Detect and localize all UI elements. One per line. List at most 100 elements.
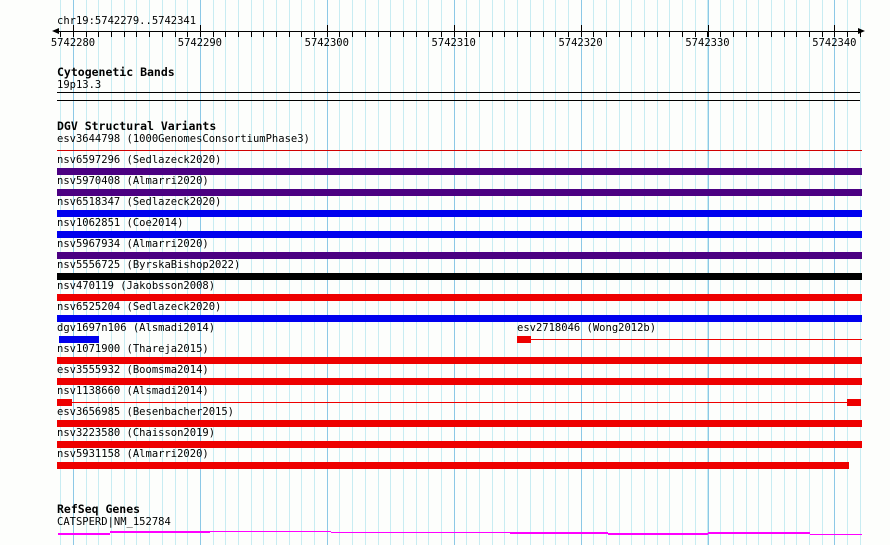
variant-bar[interactable] [57, 357, 862, 364]
variant-bar[interactable] [57, 294, 862, 301]
ruler-minor-tick [542, 32, 544, 37]
ruler-minor-tick [377, 32, 379, 37]
ruler-tick-label: 5742320 [558, 37, 603, 49]
variant-label[interactable]: nsv5967934 (Almarri2020) [57, 238, 209, 251]
ruler-minor-tick [605, 32, 607, 37]
ruler-minor-tick [390, 32, 392, 37]
variant-label[interactable]: nsv6597296 (Sedlazeck2020) [57, 154, 221, 167]
variant-bar[interactable] [57, 189, 862, 196]
ruler-minor-tick [770, 32, 772, 37]
ruler-minor-tick [644, 32, 646, 37]
variant-bar[interactable] [57, 315, 862, 322]
ruler-minor-tick [225, 32, 227, 37]
ruler-tick-label: 5742280 [50, 37, 96, 49]
ruler-minor-tick [859, 32, 861, 37]
ruler-minor-tick [174, 32, 176, 37]
ruler-minor-tick [796, 32, 798, 37]
variant-label[interactable]: nsv1138660 (Alsmadi2014) [57, 385, 209, 398]
ruler-minor-tick [98, 32, 100, 37]
variant-bar[interactable] [57, 462, 849, 469]
variant-bar[interactable] [847, 399, 861, 406]
gene-intron-segment[interactable] [810, 533, 862, 535]
variant-label[interactable]: nsv470119 (Jakobsson2008) [57, 280, 215, 293]
gene-intron-segment[interactable] [708, 532, 810, 534]
variant-label[interactable]: esv3656985 (Besenbacher2015) [57, 406, 234, 419]
variant-bar[interactable] [59, 336, 99, 343]
ruler-minor-tick [161, 32, 163, 37]
ruler-minor-tick [111, 32, 113, 37]
variant-bar[interactable] [57, 252, 862, 259]
ruler-minor-tick [517, 32, 519, 37]
variant-label[interactable]: nsv6518347 (Sedlazeck2020) [57, 196, 221, 209]
variant-label[interactable]: nsv3223580 (Chaisson2019) [57, 427, 215, 440]
variant-label[interactable]: nsv1071900 (Thareja2015) [57, 343, 209, 356]
ruler-minor-tick [479, 32, 481, 37]
variant-label[interactable]: esv2718046 (Wong2012b) [517, 322, 656, 335]
ruler-minor-tick [745, 32, 747, 37]
gene-intron-segment[interactable] [331, 531, 510, 533]
ruler-minor-tick [618, 32, 620, 37]
ruler-tick-label: 5742290 [177, 37, 223, 49]
variant-hairline[interactable] [57, 149, 862, 152]
ruler-minor-tick [656, 32, 658, 37]
ruler-minor-tick [136, 32, 138, 37]
variant-bar[interactable] [57, 231, 862, 238]
ruler-minor-tick [809, 32, 810, 37]
variant-label[interactable]: nsv5970408 (Almarri2020) [57, 175, 209, 188]
genome-browser-panel: 5742280 5742290 5742300 5742310 5742320 57423… [0, 0, 890, 545]
variant-bar[interactable] [57, 168, 862, 175]
ruler-minor-tick [237, 32, 239, 37]
variant-hairline[interactable] [72, 401, 847, 404]
track-title-refseq: RefSeq Genes [57, 502, 141, 516]
ruler-major-tick [580, 25, 582, 37]
variant-bar[interactable] [57, 273, 862, 280]
variant-bar[interactable] [57, 420, 862, 427]
ruler-minor-tick [631, 32, 633, 37]
ruler-minor-tick [250, 32, 252, 37]
variant-hairline[interactable] [531, 338, 862, 341]
ruler-major-tick [834, 25, 836, 37]
ruler-left-arrow-icon [52, 28, 59, 34]
variant-bar[interactable] [57, 399, 72, 406]
gene-intron-segment[interactable] [58, 533, 110, 535]
ruler-tick-label: 5742330 [685, 37, 730, 49]
variant-bar[interactable] [517, 336, 531, 343]
variant-label[interactable]: nsv6525204 (Sedlazeck2020) [57, 301, 221, 314]
variant-label[interactable]: nsv5931158 (Almarri2020) [57, 448, 209, 461]
ruler-major-tick [326, 25, 328, 37]
variant-label[interactable]: nsv5556725 (ByrskaBishop2022) [57, 259, 240, 272]
region-header: chr19:5742279..5742341 [57, 15, 197, 27]
variant-bar[interactable] [57, 441, 862, 448]
variant-bar[interactable] [57, 210, 862, 217]
variant-bar[interactable] [57, 378, 862, 385]
ruler-minor-tick [263, 32, 265, 37]
ruler-minor-tick [364, 32, 366, 37]
ruler-minor-tick [301, 32, 303, 37]
ruler-minor-tick [402, 32, 404, 37]
ruler-minor-tick [149, 32, 151, 37]
gene-intron-segment[interactable] [608, 533, 708, 535]
variant-label[interactable]: dgv1697n106 (Alsmadi2014) [57, 322, 215, 335]
ruler-minor-tick [555, 32, 557, 37]
track-title-cytogenetic: Cytogenetic Bands [57, 65, 175, 79]
variant-label[interactable]: nsv1062851 (Coe2014) [57, 217, 183, 230]
ruler-minor-tick [352, 32, 354, 37]
ruler-minor-tick [669, 32, 671, 37]
ruler-minor-tick [682, 32, 684, 37]
ruler-minor-tick [288, 32, 290, 37]
variant-label[interactable]: esv3644798 (1000GenomesConsortiumPhase3) [57, 133, 310, 146]
gene-intron-segment[interactable] [210, 530, 331, 532]
ruler-minor-tick [415, 32, 417, 37]
variant-label[interactable]: esv3555932 (Boomsma2014) [57, 364, 209, 377]
ruler-minor-tick [783, 32, 785, 37]
gene-label: CATSPERD|NM_152784 [57, 516, 171, 528]
gene-intron-segment[interactable] [510, 532, 608, 534]
ruler-major-tick [199, 25, 201, 37]
ruler-tick-label: 5742310 [431, 37, 476, 49]
cytoband-rect[interactable] [57, 92, 860, 101]
gene-intron-segment[interactable] [110, 531, 210, 533]
ruler-minor-tick [504, 32, 506, 37]
ruler-line [57, 31, 861, 32]
ruler-minor-tick [732, 32, 734, 37]
ruler-major-tick [453, 25, 455, 37]
